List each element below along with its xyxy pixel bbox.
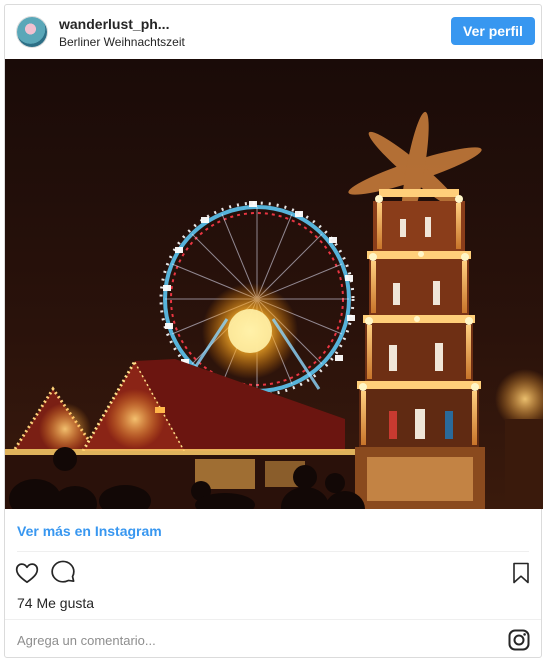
view-more-on-instagram-link[interactable]: Ver más en Instagram — [17, 523, 162, 539]
post-photo[interactable] — [5, 59, 543, 509]
view-profile-button[interactable]: Ver perfil — [451, 17, 535, 45]
comment-input[interactable] — [15, 628, 419, 652]
comment-row — [5, 619, 541, 658]
instagram-logo-icon[interactable] — [507, 628, 531, 652]
post-actions — [5, 557, 541, 593]
christmas-market-photo — [5, 59, 543, 509]
likes-count[interactable]: 74 Me gusta — [17, 595, 94, 611]
location[interactable]: Berliner Weihnachtszeit — [59, 35, 185, 49]
heart-icon[interactable] — [13, 559, 41, 587]
username[interactable]: wanderlust_ph... — [59, 16, 169, 32]
instagram-post-card: wanderlust_ph... Berliner Weihnachtszeit… — [4, 4, 543, 658]
avatar[interactable] — [17, 17, 47, 47]
divider — [17, 551, 529, 552]
post-header: wanderlust_ph... Berliner Weihnachtszeit… — [5, 5, 541, 59]
bookmark-icon[interactable] — [507, 559, 535, 587]
comment-bubble-icon[interactable] — [49, 559, 77, 587]
